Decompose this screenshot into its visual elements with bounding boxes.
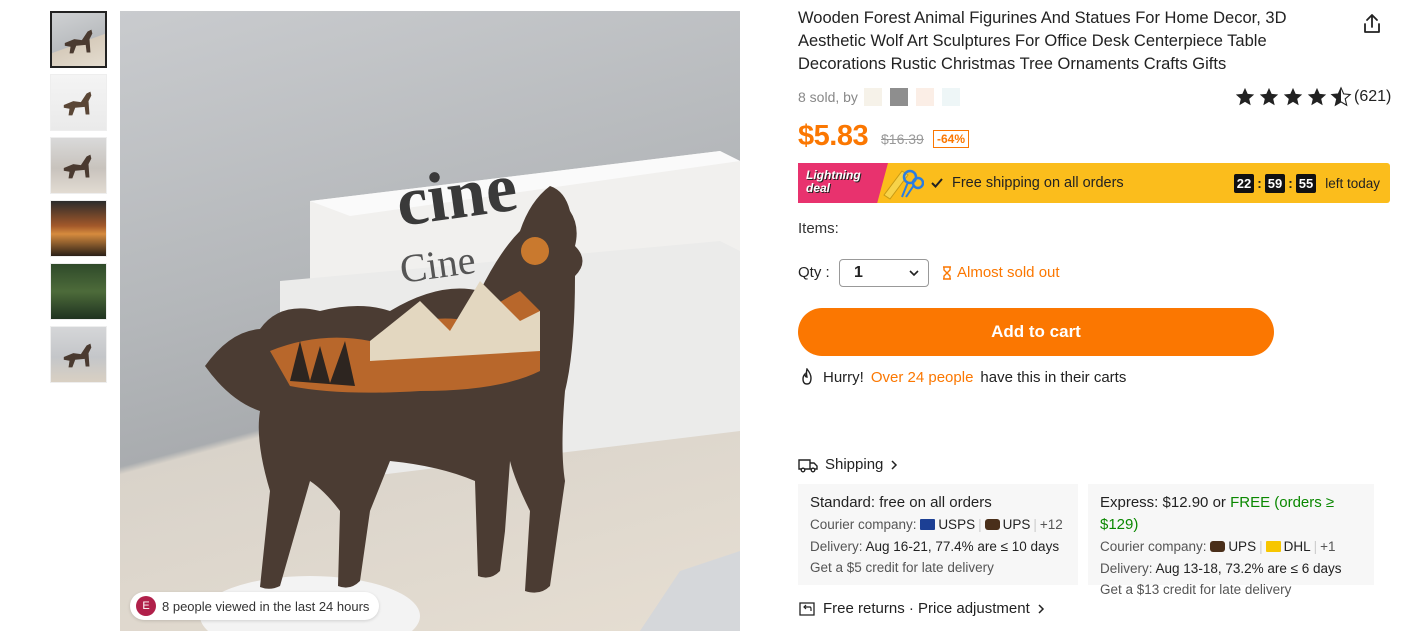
courier-dhl: DHL (1283, 539, 1311, 554)
standard-courier-row: Courier company: USPS | UPS | +12 (810, 514, 1066, 536)
free-shipping-notice: Free shipping on all orders (930, 175, 1124, 191)
star-icon (1307, 87, 1327, 106)
standard-delivery-row: Delivery: Aug 16-21, 77.4% are ≤ 10 days (810, 536, 1066, 558)
qty-label: Qty : (798, 264, 830, 281)
returns-link[interactable]: Free returns · Price adjustment (798, 600, 1045, 617)
cart-urgency: Hurry! Over 24 people have this in their… (798, 368, 1126, 386)
wolf-figurine-illustration: cine Cine (200, 149, 740, 631)
thumbnail-list (50, 11, 108, 389)
chevron-down-icon (909, 270, 919, 277)
delivery-estimate: Aug 13-18, 73.2% are ≤ 6 days (1155, 560, 1342, 576)
courier-ups: UPS (1228, 539, 1257, 554)
share-icon[interactable] (1360, 12, 1384, 36)
deal-countdown: 22 : 59 : 55 left today (1233, 173, 1380, 193)
hurry-text: Hurry! (823, 368, 864, 386)
separator: | (978, 517, 982, 532)
courier-more: +12 (1039, 517, 1063, 532)
timer-separator: : (1288, 175, 1293, 191)
current-price: $5.83 (798, 120, 869, 152)
seller-name-obscured (863, 88, 960, 106)
express-shipping-title: Express: $12.90 or FREE (orders ≥ $129) (1100, 492, 1362, 536)
viewed-text: 8 people viewed in the last 24 hours (162, 598, 370, 614)
flame-icon (802, 368, 812, 385)
standard-shipping-card: Standard: free on all orders Courier com… (798, 484, 1078, 585)
courier-more: +1 (1320, 539, 1336, 554)
discount-badge: -64% (933, 130, 970, 148)
lightning-deal-bar: Lightning deal Free shipping on all orde… (798, 163, 1390, 203)
timer-hours: 22 (1233, 173, 1255, 193)
timer-minutes: 59 (1264, 173, 1286, 193)
timer-seconds: 55 (1295, 173, 1317, 193)
ups-logo-icon (984, 519, 1000, 530)
standard-credit: Get a $5 credit for late delivery (810, 560, 994, 575)
timer-suffix: left today (1325, 175, 1380, 191)
check-icon (931, 178, 943, 188)
express-price: Express: $12.90 or (1100, 494, 1226, 511)
sold-text: 8 sold, by (798, 89, 858, 105)
star-icon (1283, 87, 1303, 106)
stock-status-text: Almost sold out (957, 264, 1060, 281)
stock-status: Almost sold out (940, 264, 1060, 281)
courier-label: Courier company: (1100, 539, 1207, 554)
courier-usps: USPS (938, 517, 976, 532)
courier-ups: UPS (1002, 517, 1031, 532)
standard-shipping-title: Standard: free on all orders (810, 494, 992, 511)
separator: | (1313, 539, 1318, 554)
deal-badge-label: Lightning deal (806, 168, 861, 195)
thumbnail-1[interactable] (50, 11, 107, 68)
separator: | (1033, 517, 1037, 532)
items-label: Items: (798, 220, 839, 237)
product-title: Wooden Forest Animal Figurines And Statu… (798, 9, 1287, 73)
thumbnail-6[interactable] (50, 326, 107, 383)
rating-count: (621) (1354, 88, 1392, 105)
ups-logo-icon (1210, 541, 1226, 552)
express-delivery-row: Delivery: Aug 13-18, 73.2% are ≤ 6 days (1100, 558, 1362, 580)
chevron-right-icon (891, 459, 898, 470)
original-price: $16.39 (881, 131, 924, 147)
sold-count: 8 sold, by (798, 88, 960, 106)
express-shipping-card: Express: $12.90 or FREE (orders ≥ $129) … (1088, 484, 1374, 597)
star-icon (1235, 87, 1255, 106)
scissors-ruler-icon (883, 169, 924, 200)
truck-icon (798, 458, 818, 472)
thumbnail-5[interactable] (50, 263, 107, 320)
add-to-cart-button[interactable]: Add to cart (798, 308, 1274, 356)
rating[interactable]: (621) (1234, 86, 1391, 108)
quantity-select[interactable]: 1 (839, 259, 929, 287)
express-credit: Get a $13 credit for late delivery (1100, 582, 1292, 597)
return-box-icon (799, 601, 815, 616)
main-product-image[interactable]: cine Cine (120, 11, 740, 631)
hurry-highlight: Over 24 people (870, 368, 974, 386)
delivery-label: Delivery: (1100, 560, 1153, 576)
chevron-right-icon (1038, 603, 1044, 614)
thumbnail-3[interactable] (50, 137, 107, 194)
returns-text: Free returns · Price adjustment (823, 600, 1030, 617)
recently-viewed-badge: E 8 people viewed in the last 24 hours (130, 592, 380, 620)
hourglass-icon (943, 265, 951, 280)
half-star-icon (1330, 86, 1352, 107)
quantity-value: 1 (854, 264, 863, 281)
express-courier-row: Courier company: UPS | DHL | +1 (1100, 536, 1362, 558)
free-shipping-text: Free shipping on all orders (952, 175, 1124, 191)
thumbnail-4[interactable] (50, 200, 107, 257)
shipping-heading[interactable]: Shipping (798, 456, 898, 473)
delivery-estimate: Aug 16-21, 77.4% are ≤ 10 days (865, 538, 1060, 554)
hurry-tail: have this in their carts (980, 368, 1127, 386)
dhl-logo-icon (1265, 541, 1281, 552)
viewer-avatar: E (136, 596, 156, 616)
courier-label: Courier company: (810, 517, 917, 532)
thumbnail-2[interactable] (50, 74, 107, 131)
usps-logo-icon (920, 519, 936, 530)
delivery-label: Delivery: (810, 538, 863, 554)
star-icon (1259, 87, 1279, 106)
separator: | (1259, 539, 1263, 554)
lightning-deal-badge: Lightning deal (798, 163, 888, 203)
shipping-heading-text: Shipping (825, 456, 884, 473)
timer-separator: : (1257, 175, 1262, 191)
